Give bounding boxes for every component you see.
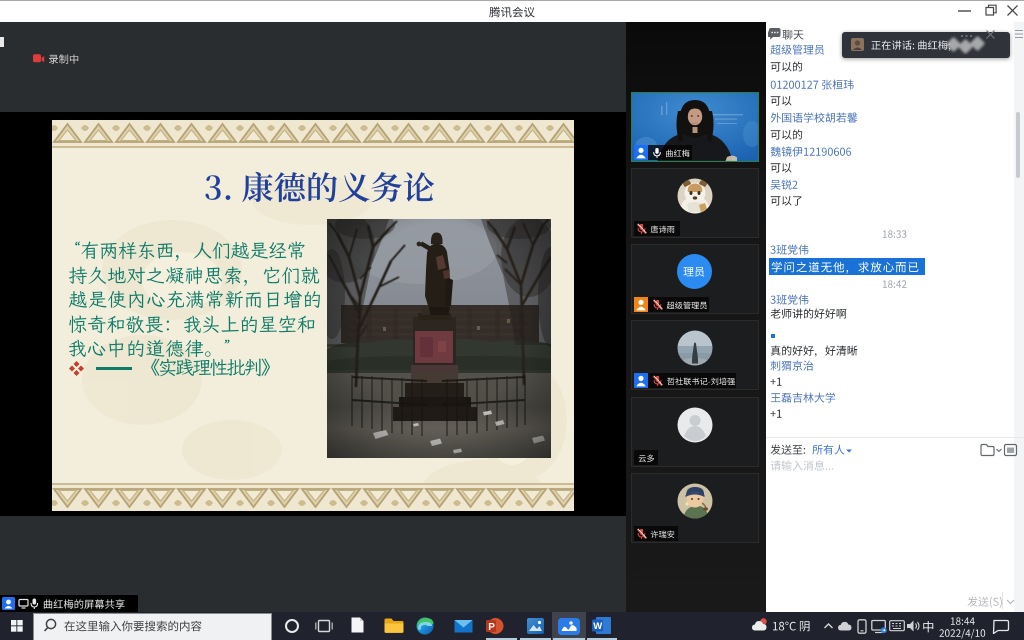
svg-text:W: W: [593, 621, 602, 632]
svg-text:P: P: [488, 622, 495, 633]
